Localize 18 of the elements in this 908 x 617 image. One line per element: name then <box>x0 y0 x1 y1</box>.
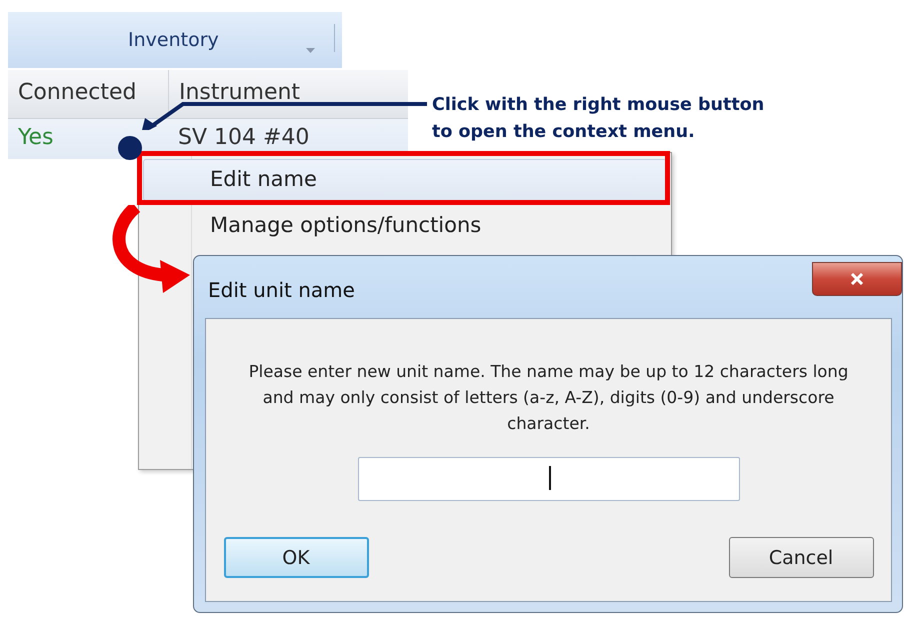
dialog-title: Edit unit name <box>208 278 355 302</box>
table-cell-text: Yes <box>17 124 55 152</box>
text-cursor <box>548 466 550 490</box>
name-input-field[interactable] <box>358 457 740 501</box>
column-header[interactable]: Instrument <box>168 70 408 118</box>
column-header[interactable]: Connected <box>8 70 168 118</box>
annotation-text: Click with the right mouse button to open the context menu. <box>432 94 766 144</box>
dialog-button[interactable]: Cancel <box>728 537 874 578</box>
menu-item[interactable]: Edit name <box>143 159 667 201</box>
dialog-button[interactable]: OK <box>224 537 368 578</box>
dropdown-arrow-icon[interactable] <box>306 48 315 53</box>
close-button[interactable] <box>812 262 902 296</box>
dialog-message: Please enter new unit name. The name may be up to 12 characters long and may only consist of letters (a-z, A-Z), digits (0-9) and underscore character. <box>248 361 850 435</box>
click-point-dot <box>117 135 143 161</box>
close-icon <box>850 273 864 285</box>
table-cell-text: SV 104 #40 <box>177 124 310 152</box>
menu-item[interactable]: Manage options/functions <box>143 205 667 247</box>
inventory-title: Inventory <box>128 29 219 51</box>
